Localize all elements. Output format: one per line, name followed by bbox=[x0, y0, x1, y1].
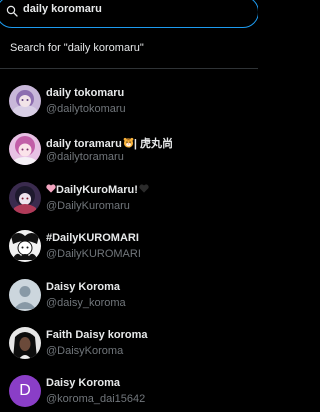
user-result-item[interactable]: daily tokomaru @dailytokomaru bbox=[0, 76, 258, 124]
user-handle: @dailytokomaru bbox=[46, 103, 126, 115]
search-icon bbox=[6, 5, 18, 17]
search-typeahead-panel: Search for "daily koromaru" daily tokoma… bbox=[0, 0, 258, 412]
search-bar[interactable] bbox=[0, 0, 258, 28]
avatar bbox=[9, 326, 41, 359]
letter-avatar: D bbox=[9, 375, 41, 408]
user-handle: @dailytoramaru bbox=[46, 151, 124, 164]
pink-heart-icon bbox=[46, 184, 56, 193]
avatar bbox=[9, 181, 41, 214]
user-display-name: Faith Daisy koroma bbox=[46, 328, 148, 341]
user-display-name: daily toramaru | 虎丸尚 bbox=[46, 135, 173, 151]
user-handle: @daisy_koroma bbox=[46, 296, 126, 309]
avatar bbox=[9, 230, 41, 263]
user-display-name: #DailyKUROMARI bbox=[46, 232, 139, 245]
name-text: daily toramaru bbox=[46, 138, 122, 151]
user-display-name: Daisy Koroma bbox=[46, 280, 120, 293]
user-result-item[interactable]: Faith Daisy koroma @DaisyKoroma bbox=[0, 318, 258, 366]
user-handle: @DailyKuromaru bbox=[46, 199, 130, 212]
user-result-item[interactable]: Daisy Koroma @daisy_koroma bbox=[0, 270, 258, 318]
user-handle: @DaisyKoroma bbox=[46, 344, 124, 357]
user-result-item[interactable]: #DailyKUROMARI @DailyKUROMARI bbox=[0, 221, 258, 269]
user-results-list: daily tokomaru @dailytokomaru daily tora… bbox=[0, 76, 258, 412]
name-text-suffix: | 虎丸尚 bbox=[133, 138, 173, 151]
black-heart-icon bbox=[139, 184, 149, 193]
name-text: DailyKuroMaru! bbox=[56, 183, 138, 196]
tiger-face-icon bbox=[123, 138, 134, 148]
search-input[interactable] bbox=[23, 1, 223, 17]
avatar bbox=[9, 85, 41, 117]
user-result-item[interactable]: DailyKuroMaru! @DailyKuromaru bbox=[0, 173, 258, 221]
user-handle: @DailyKUROMARI bbox=[46, 248, 141, 261]
avatar-letter: D bbox=[9, 375, 41, 408]
user-display-name: Daisy Koroma bbox=[46, 377, 120, 390]
user-handle: @koroma_dai15642 bbox=[46, 393, 146, 406]
user-result-item[interactable]: daily toramaru | 虎丸尚 @dailytoramaru bbox=[0, 124, 258, 172]
user-display-name: DailyKuroMaru! bbox=[46, 184, 149, 196]
user-display-name: daily tokomaru bbox=[46, 87, 125, 99]
avatar bbox=[9, 133, 41, 166]
default-avatar bbox=[9, 278, 41, 311]
search-for-suggestion[interactable]: Search for "daily koromaru" bbox=[10, 42, 144, 54]
user-result-item[interactable]: D Daisy Koroma @koroma_dai15642 bbox=[0, 366, 258, 412]
divider bbox=[0, 68, 258, 69]
